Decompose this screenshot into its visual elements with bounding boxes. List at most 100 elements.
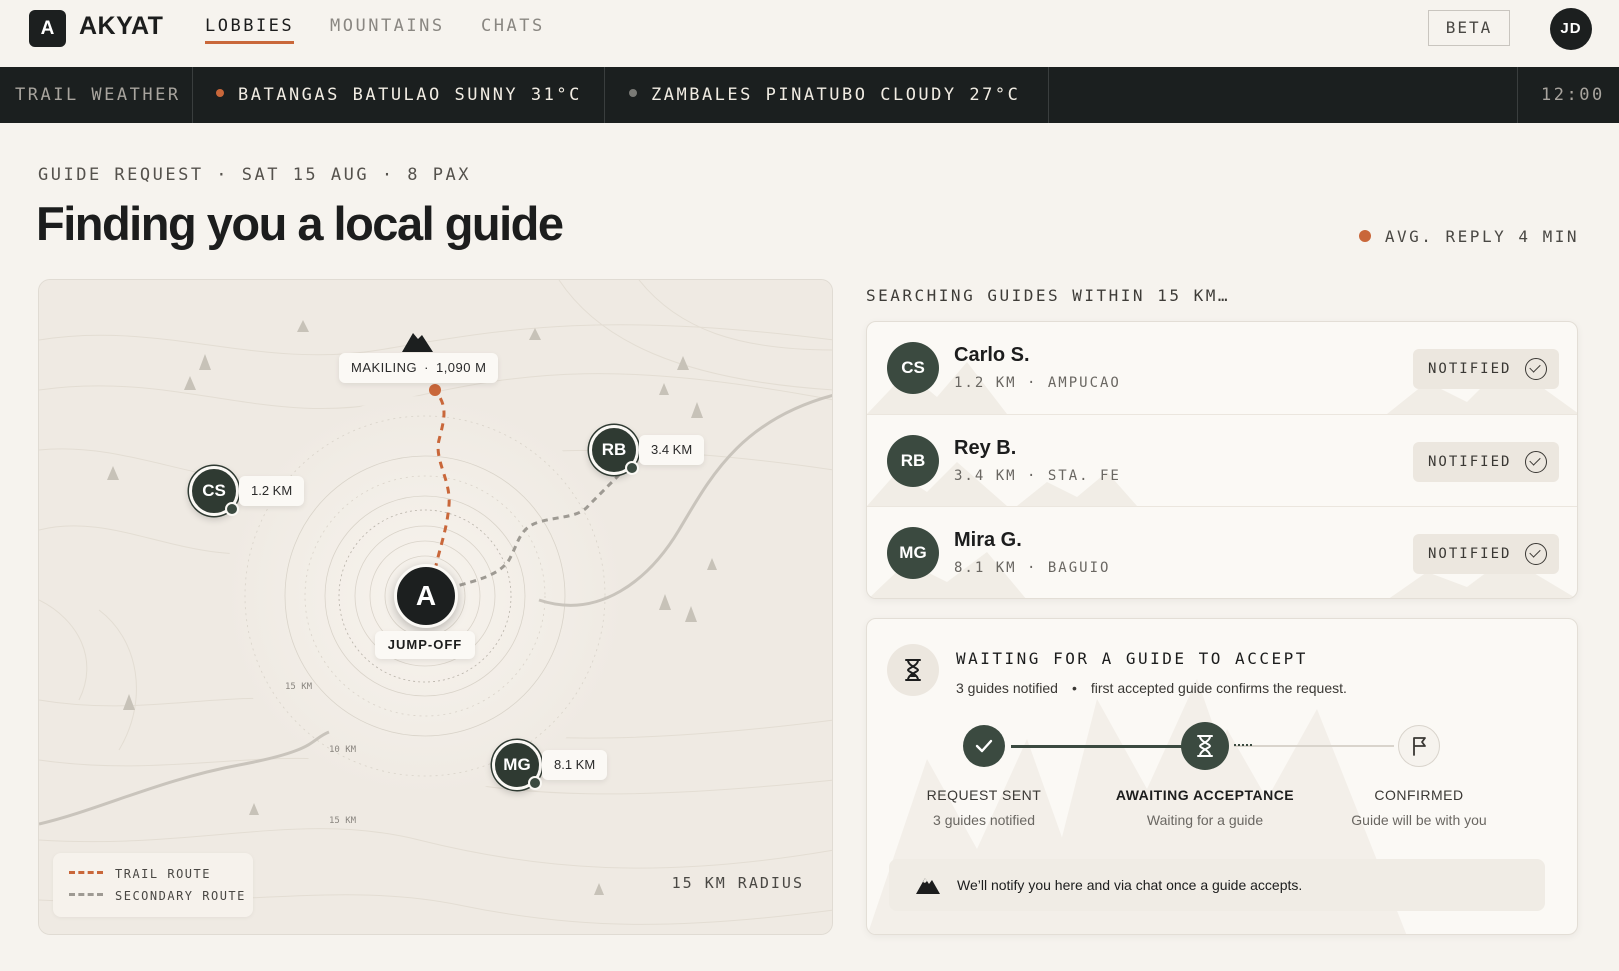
- request-eyebrow: GUIDE REQUEST · SAT 15 AUG · 8 PAX: [38, 165, 471, 185]
- ticker-item[interactable]: ZAMBALES PINATUBO CLOUDY 27°C: [629, 67, 1020, 123]
- guide-marker-mg[interactable]: MG: [492, 740, 542, 790]
- marker-status-dot: [225, 502, 239, 516]
- tab-mountains[interactable]: MOUNTAINS: [330, 16, 445, 36]
- step-sub: 3 guides notified: [933, 812, 1035, 828]
- mountain-icon: [916, 878, 940, 894]
- step-request-sent: [963, 725, 1005, 767]
- peak-dot: [429, 384, 441, 396]
- step-connector-pending: [1234, 745, 1394, 747]
- step-connector-done: [1011, 745, 1182, 748]
- app-logo[interactable]: A: [29, 10, 66, 47]
- guide-avatar: RB: [887, 435, 939, 487]
- guide-avatar: CS: [887, 342, 939, 394]
- trail-weather-ticker: TRAIL WEATHER BATANGAS BATULAO SUNNY 31°…: [0, 67, 1619, 123]
- legend-label: TRAIL ROUTE: [115, 867, 211, 881]
- ticker-divider: [604, 67, 605, 123]
- notified-badge: NOTIFIED: [1413, 534, 1559, 574]
- ring-distance-label: 15 KM: [285, 682, 313, 692]
- guide-name: Mira G.: [954, 529, 1022, 551]
- peak-elevation: 1,090 M: [435, 360, 487, 375]
- brand-name[interactable]: AKYAT: [79, 12, 163, 41]
- notified-badge: NOTIFIED: [1413, 442, 1559, 482]
- status-dot: [629, 89, 637, 97]
- guide-row-mira[interactable]: MG Mira G. 8.1 KM · BAGUIO NOTIFIED: [867, 506, 1577, 598]
- ticker-divider: [192, 67, 193, 123]
- marker-status-dot: [528, 776, 542, 790]
- ticker-divider: [1048, 67, 1049, 123]
- guide-row-carlo[interactable]: CS Carlo S. 1.2 KM · AMPUCAO NOTIFIED: [867, 322, 1577, 414]
- ticker-item-text: ZAMBALES PINATUBO CLOUDY 27°C: [651, 85, 1021, 105]
- badge-label: NOTIFIED: [1428, 361, 1512, 377]
- ticker-divider: [1517, 67, 1518, 123]
- jump-off-label: JUMP-OFF: [375, 631, 475, 659]
- step-label: REQUEST SENT: [926, 787, 1042, 803]
- waiting-sub-sep: •: [1071, 680, 1077, 696]
- check-circle-icon: [1525, 543, 1547, 565]
- guide-avatar: MG: [887, 527, 939, 579]
- trail-route-swatch: [69, 871, 103, 874]
- flag-icon: [1413, 737, 1426, 756]
- guide-distance-label: 3.4 KM: [639, 435, 705, 465]
- notified-badge: NOTIFIED: [1413, 349, 1559, 389]
- step-sub: Waiting for a guide: [1146, 812, 1264, 828]
- peak-name: MAKILING: [351, 360, 418, 375]
- guide-meta: 3.4 KM · STA. FE: [954, 468, 1121, 484]
- tab-chats[interactable]: CHATS: [481, 16, 545, 36]
- badge-label: NOTIFIED: [1428, 454, 1512, 470]
- ticker-time: 12:00: [1541, 85, 1605, 105]
- step-awaiting-acceptance: [1181, 722, 1229, 770]
- marker-initials: MG: [503, 755, 531, 774]
- waiting-subtitle: 3 guides notified • first accepted guide c…: [956, 680, 1347, 696]
- waiting-status-card: WAITING FOR A GUIDE TO ACCEPT 3 guides n…: [866, 618, 1578, 935]
- step-label: CONFIRMED: [1374, 787, 1464, 803]
- guide-distance-label: 8.1 KM: [542, 750, 608, 780]
- check-circle-icon: [1525, 451, 1547, 473]
- waiting-sub-left: 3 guides notified: [956, 680, 1058, 696]
- check-icon: [975, 739, 993, 753]
- page-title: Finding you a local guide: [36, 197, 564, 250]
- waiting-title: WAITING FOR A GUIDE TO ACCEPT: [956, 649, 1308, 668]
- beta-badge: BETA: [1428, 10, 1510, 46]
- searching-guides-title: SEARCHING GUIDES WITHIN 15 KM…: [866, 286, 1230, 305]
- guide-name: Carlo S.: [954, 344, 1030, 366]
- ring-distance-label: 15 KM: [329, 816, 357, 826]
- marker-initials: RB: [601, 440, 627, 459]
- search-radius-label: 15 KM RADIUS: [671, 874, 804, 892]
- legend-label: SECONDARY ROUTE: [115, 889, 246, 903]
- guide-search-map[interactable]: MAKILING · 1,090 M 15 KM 10 KM 15 KM CS 1.…: [38, 279, 833, 935]
- guide-meta: 8.1 KM · BAGUIO: [954, 560, 1111, 576]
- ticker-item[interactable]: BATANGAS BATULAO SUNNY 31°C: [216, 67, 582, 123]
- hourglass-badge: [887, 644, 939, 696]
- notify-info-bar: We’ll notify you here and via chat once …: [889, 859, 1545, 911]
- user-avatar[interactable]: JD: [1550, 8, 1592, 50]
- step-sub: Guide will be with you: [1351, 812, 1487, 828]
- marker-initials: CS: [202, 481, 226, 500]
- status-dot: [216, 89, 224, 97]
- guide-name: Rey B.: [954, 437, 1017, 459]
- peak-label[interactable]: MAKILING · 1,090 M: [339, 353, 499, 383]
- guide-marker-rb[interactable]: RB: [589, 425, 639, 475]
- secondary-route-swatch: [69, 893, 103, 896]
- jump-off-marker[interactable]: A: [394, 564, 458, 628]
- guide-row-rey[interactable]: RB Rey B. 3.4 KM · STA. FE NOTIFIED: [867, 414, 1577, 506]
- step-label: AWAITING ACCEPTANCE: [1115, 787, 1295, 803]
- ticker-item-text: BATANGAS BATULAO SUNNY 31°C: [238, 85, 582, 105]
- guide-marker-cs[interactable]: CS: [189, 466, 239, 516]
- status-dot: [1358, 229, 1371, 242]
- step-connector-progress: [1234, 744, 1252, 746]
- guide-list: CS Carlo S. 1.2 KM · AMPUCAO NOTIFIED RB…: [866, 321, 1578, 599]
- ticker-label: TRAIL WEATHER: [15, 85, 181, 105]
- top-nav: A AKYAT LOBBIES MOUNTAINS CHATS BETA JD: [0, 0, 1619, 66]
- waiting-sub-right: first accepted guide confirms the reques…: [1090, 680, 1347, 696]
- badge-label: NOTIFIED: [1428, 546, 1512, 562]
- hourglass-icon: [1197, 735, 1213, 757]
- step-confirmed: [1398, 725, 1440, 767]
- ring-distance-label: 10 KM: [329, 745, 357, 755]
- check-circle-icon: [1525, 358, 1547, 380]
- tab-lobbies[interactable]: LOBBIES: [205, 16, 295, 44]
- avg-reply-text: AVG. REPLY 4 MIN: [1384, 227, 1579, 246]
- guide-distance-label: 1.2 KM: [239, 476, 305, 506]
- marker-status-dot: [625, 461, 639, 475]
- avg-reply-indicator: AVG. REPLY 4 MIN: [1358, 227, 1579, 246]
- hourglass-icon: [905, 659, 921, 681]
